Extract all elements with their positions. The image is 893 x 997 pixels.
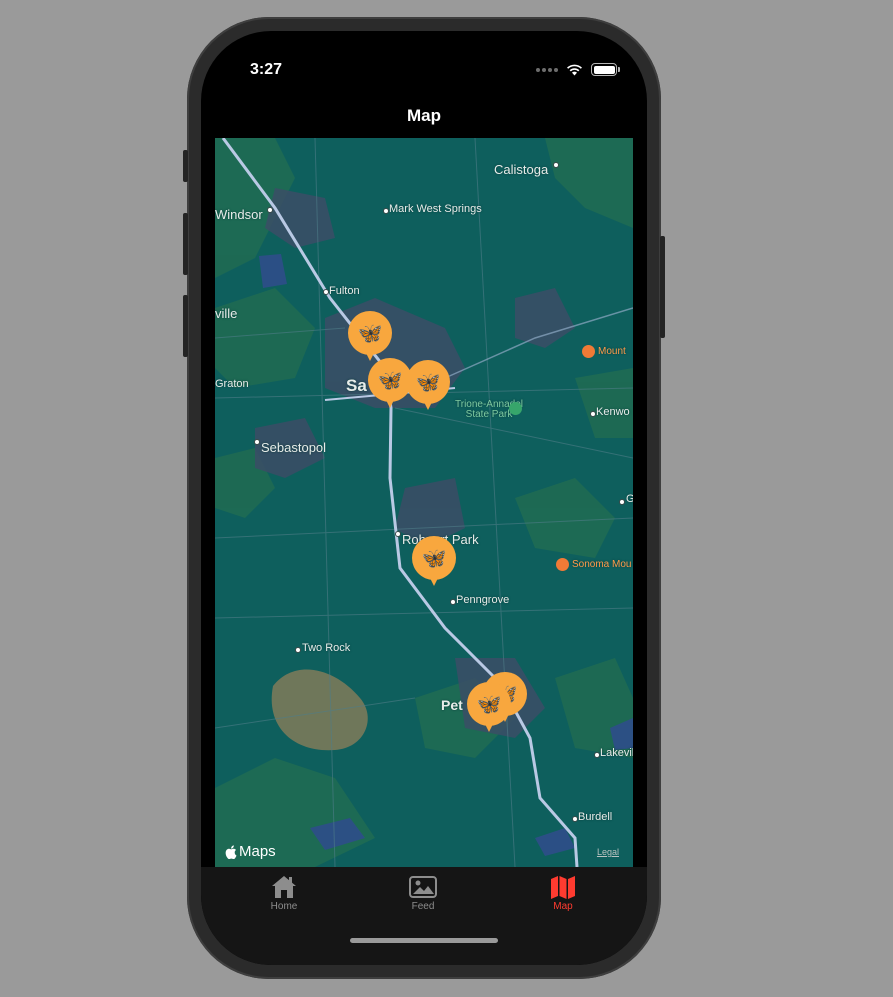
maps-attribution[interactable]: Maps: [225, 843, 276, 860]
mountain-icon: [556, 558, 569, 571]
tab-feed[interactable]: Feed: [383, 873, 463, 912]
map-label-fulton: Fulton: [329, 285, 360, 297]
map-label-penngrove: Penngrove: [456, 594, 510, 606]
house-icon: [244, 873, 324, 901]
status-icons: [536, 63, 620, 76]
map-label-graton: Graton: [215, 378, 249, 390]
legal-link[interactable]: Legal: [597, 847, 619, 857]
map-terrain: [215, 138, 633, 867]
map-icon: [523, 873, 603, 901]
map-dot-windsor: [267, 207, 273, 213]
mountain-icon: [582, 345, 595, 358]
map-dot-g: [619, 499, 625, 505]
map-label-ville: ville: [215, 306, 238, 321]
status-bar: 3:27: [201, 31, 647, 111]
map-pin[interactable]: 🦋: [467, 682, 511, 736]
maps-attribution-label: Maps: [239, 843, 276, 860]
map-label-mark-west-springs: Mark West Springs: [389, 203, 482, 215]
mute-switch: [183, 150, 188, 182]
tab-home-label: Home: [270, 901, 298, 912]
volume-up-button: [183, 213, 188, 275]
map-pin[interactable]: 🦋: [348, 311, 392, 365]
tab-bar: Home Feed Map: [201, 867, 647, 965]
tab-feed-label: Feed: [411, 901, 435, 912]
tab-map[interactable]: Map: [523, 873, 603, 912]
map-label-two-rock: Two Rock: [302, 642, 351, 654]
map-label-burdell: Burdell: [578, 811, 613, 823]
map-label-santa-rosa: Sa: [346, 376, 367, 395]
map-label-windsor: Windsor: [215, 207, 263, 222]
cellular-signal-icon: [536, 67, 558, 72]
map-dot-rohnert-park: [395, 531, 401, 537]
map-dot-sebastopol: [254, 439, 260, 445]
tab-map-label: Map: [553, 901, 573, 912]
map-dot-calistoga: [553, 162, 559, 168]
map-label-calistoga: Calistoga: [494, 162, 549, 177]
map-label-kenwood: Kenwo: [596, 406, 630, 418]
map-label-lakeville: Lakevil: [600, 747, 633, 759]
apple-logo-icon: [225, 844, 237, 859]
map-label-g: G: [626, 493, 633, 505]
battery-icon: [591, 63, 620, 76]
screen: 3:27 Map Calistoga Windsor Mark West Spr…: [201, 31, 647, 965]
photo-icon: [383, 873, 463, 901]
map-dot-two-rock: [295, 647, 301, 653]
home-indicator: [350, 938, 498, 943]
tab-home[interactable]: Home: [244, 873, 324, 912]
map-label-sebastopol: Sebastopol: [261, 440, 327, 455]
wifi-icon: [566, 64, 583, 76]
map-label-petaluma: Pet: [441, 697, 463, 713]
park-icon: [509, 402, 522, 415]
map-label-mount: Mount: [598, 346, 626, 357]
map-label-sonoma-mountain: Sonoma Mou: [572, 559, 632, 570]
power-button: [660, 236, 665, 338]
nav-title: Map: [407, 106, 441, 125]
map-view[interactable]: Calistoga Windsor Mark West Springs Fult…: [215, 138, 633, 867]
map-pin[interactable]: 🦋: [412, 536, 456, 590]
status-time: 3:27: [250, 61, 283, 78]
volume-down-button: [183, 295, 188, 357]
map-pin[interactable]: 🦋: [406, 360, 450, 414]
